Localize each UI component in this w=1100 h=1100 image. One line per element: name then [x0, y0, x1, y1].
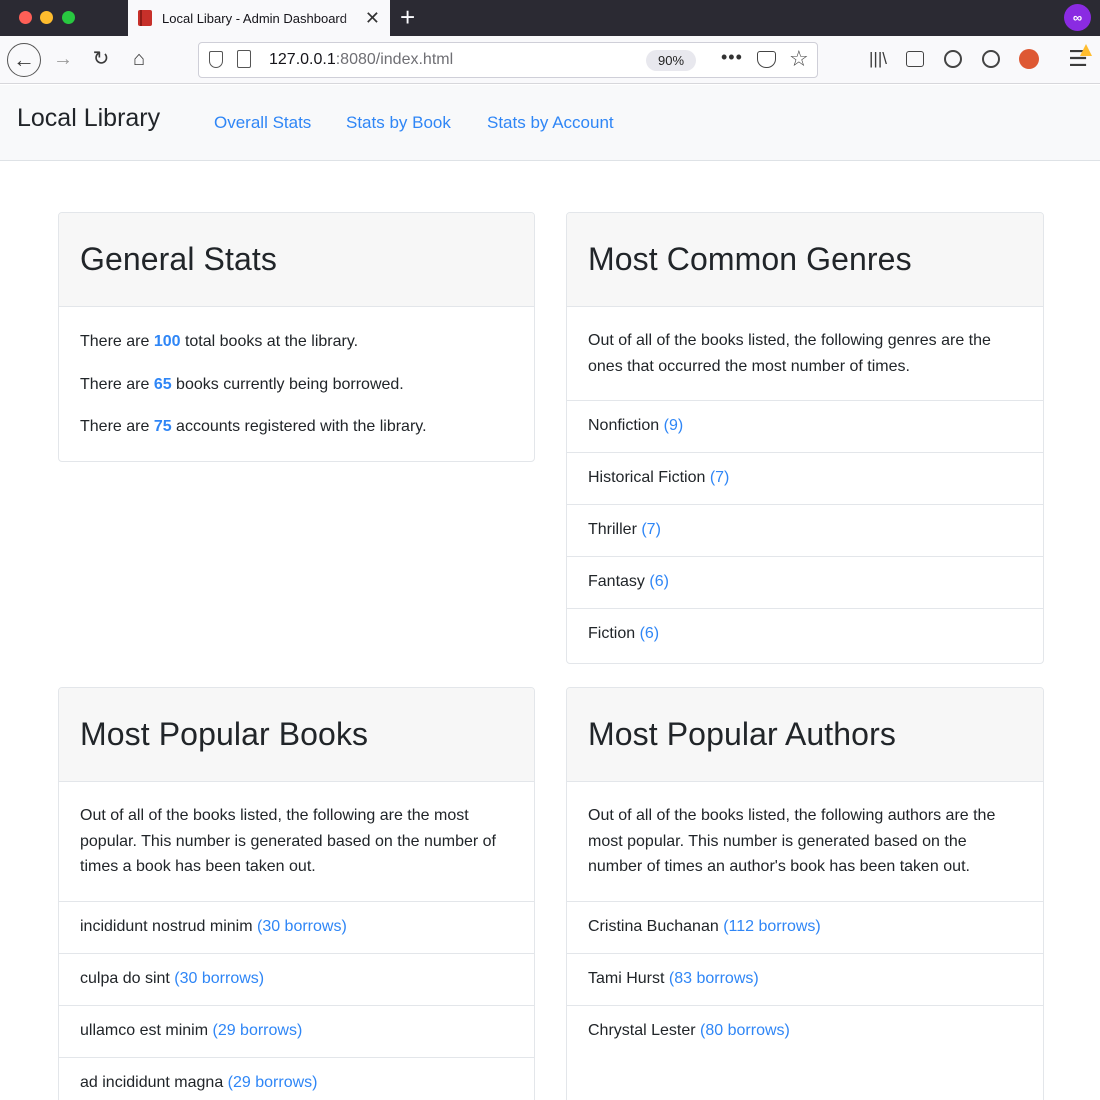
general-stats-card: General Stats There are 100 total books … [58, 212, 535, 462]
card-header: General Stats [59, 213, 534, 307]
home-icon[interactable]: ⌂ [124, 44, 154, 74]
forward-arrow-icon[interactable]: → [48, 44, 78, 74]
page-actions-more-icon[interactable]: ••• [721, 47, 743, 68]
list-item: Fantasy (6) [567, 556, 1043, 608]
author-name: Cristina Buchanan [588, 917, 719, 935]
book-name: ullamco est minim [80, 1021, 209, 1039]
genre-name: Nonfiction [588, 417, 660, 434]
book-favicon-icon [138, 10, 152, 26]
borrow-count: (80 borrows) [700, 1021, 790, 1039]
stat-prefix: There are [80, 333, 154, 350]
window-close-dot[interactable] [19, 11, 32, 24]
library-icon[interactable]: |||\ [864, 45, 892, 73]
window-zoom-dot[interactable] [62, 11, 75, 24]
navbar-brand[interactable]: Local Library [17, 104, 160, 133]
new-tab-button[interactable]: + [400, 2, 415, 32]
borrow-count: (29 borrows) [227, 1073, 318, 1091]
card-description: Out of all of the books listed, the foll… [588, 332, 991, 375]
back-arrow-icon[interactable]: ← [7, 43, 41, 77]
sidebar-icon[interactable] [901, 45, 929, 73]
stat-suffix: accounts registered with the library. [171, 418, 427, 435]
list-item: Nonfiction (9) [567, 400, 1043, 452]
stat-value: 65 [153, 375, 172, 393]
browser-tab-active[interactable]: Local Libary - Admin Dashboard ✕ [128, 0, 390, 36]
window-minimize-dot[interactable] [40, 11, 53, 24]
list-item: Thriller (7) [567, 504, 1043, 556]
browser-tab-strip: Local Libary - Admin Dashboard ✕ + ∞ [0, 0, 1100, 36]
card-body: There are 100 total books at the library… [59, 307, 534, 440]
page-icon[interactable] [237, 50, 251, 68]
stat-total-books: There are 100 total books at the library… [80, 329, 513, 355]
zoom-level-badge[interactable]: 90% [646, 50, 696, 71]
browser-toolbar: ← → ↻ ⌂ 127.0.0.1:8080/index.html 90% ••… [0, 36, 1100, 84]
genre-name: Fantasy [588, 573, 645, 590]
stat-value: 100 [153, 333, 181, 350]
book-name: ad incididunt magna [80, 1073, 224, 1091]
list-item: Tami Hurst (83 borrows) [567, 952, 1043, 1005]
popular-books-card: Most Popular Books Out of all of the boo… [58, 687, 535, 1100]
genre-name: Thriller [588, 521, 637, 538]
card-title: Most Popular Books [80, 716, 369, 752]
genre-name: Fiction [588, 625, 636, 642]
book-name: incididunt nostrud minim [80, 917, 253, 935]
private-browsing-icon[interactable]: ∞ [1064, 4, 1091, 31]
list-item: Fiction (6) [567, 608, 1043, 660]
genre-count: (9) [663, 417, 684, 434]
genre-name: Historical Fiction [588, 469, 706, 486]
app-navbar: Local Library Overall Stats Stats by Boo… [0, 85, 1100, 161]
list-item: ullamco est minim (29 borrows) [59, 1004, 534, 1057]
url-path: :8080/index.html [335, 51, 454, 68]
popular-authors-card: Most Popular Authors Out of all of the b… [566, 687, 1044, 1100]
genre-count: (6) [649, 573, 669, 590]
ublock-icon[interactable] [939, 45, 967, 73]
nav-link-stats-by-book[interactable]: Stats by Book [346, 113, 451, 133]
card-title: Most Common Genres [588, 241, 912, 277]
common-genres-card: Most Common Genres Out of all of the boo… [566, 212, 1044, 664]
card-header: Most Popular Authors [567, 688, 1043, 782]
stat-value: 75 [153, 418, 172, 435]
card-header: Most Common Genres [567, 213, 1043, 307]
tab-title: Local Libary - Admin Dashboard [162, 10, 347, 26]
borrow-count: (112 borrows) [723, 917, 821, 935]
author-name: Chrystal Lester [588, 1021, 696, 1039]
stat-suffix: books currently being borrowed. [171, 375, 404, 393]
duckduckgo-icon[interactable] [1015, 45, 1043, 73]
url-host: 127.0.0.1 [269, 51, 336, 68]
reload-icon[interactable]: ↻ [86, 44, 116, 74]
genre-count: (7) [709, 469, 730, 486]
tab-close-icon[interactable]: ✕ [365, 8, 380, 28]
genre-count: (7) [641, 521, 661, 538]
borrow-count: (83 borrows) [668, 969, 759, 987]
list-item: Cristina Buchanan (112 borrows) [567, 900, 1043, 953]
stat-borrowed-books: There are 65 books currently being borro… [80, 372, 513, 398]
author-name: Tami Hurst [588, 969, 665, 987]
book-name: culpa do sint [80, 969, 170, 987]
stat-prefix: There are [80, 418, 154, 435]
stat-suffix: total books at the library. [180, 333, 359, 350]
borrow-count: (29 borrows) [212, 1021, 303, 1039]
card-description: Out of all of the books listed, the foll… [588, 807, 996, 875]
nav-link-overall-stats[interactable]: Overall Stats [214, 113, 311, 133]
card-description: Out of all of the books listed, the foll… [80, 807, 496, 875]
account-icon[interactable] [977, 45, 1005, 73]
genre-count: (6) [639, 625, 660, 642]
list-item: Historical Fiction (7) [567, 452, 1043, 504]
list-item: incididunt nostrud minim (30 borrows) [59, 900, 534, 953]
star-icon[interactable]: ☆ [789, 46, 809, 72]
borrow-count: (30 borrows) [174, 969, 265, 987]
list-item: ad incididunt magna (29 borrows) [59, 1056, 534, 1100]
list-item: Chrystal Lester (80 borrows) [567, 1004, 1043, 1057]
borrow-count: (30 borrows) [256, 917, 347, 935]
nav-link-stats-by-account[interactable]: Stats by Account [487, 113, 614, 133]
url-bar[interactable]: 127.0.0.1:8080/index.html 90% ••• ☆ [198, 42, 818, 78]
card-title: General Stats [80, 241, 277, 277]
pocket-icon[interactable] [757, 51, 776, 68]
stat-accounts: There are 75 accounts registered with th… [80, 414, 513, 440]
card-header: Most Popular Books [59, 688, 534, 782]
shield-icon[interactable] [209, 51, 223, 68]
stat-prefix: There are [80, 375, 154, 393]
url-text[interactable]: 127.0.0.1:8080/index.html [269, 51, 453, 69]
card-title: Most Popular Authors [588, 716, 896, 752]
list-item: culpa do sint (30 borrows) [59, 952, 534, 1005]
